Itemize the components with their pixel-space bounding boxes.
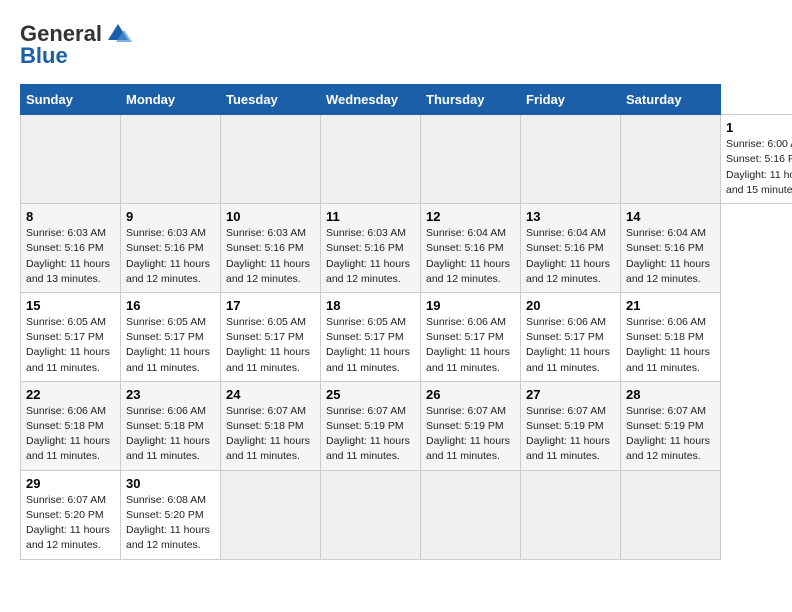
day-number: 30 [126,476,215,491]
day-info: Sunrise: 6:07 AMSunset: 5:20 PMDaylight:… [26,493,115,554]
day-info: Sunrise: 6:03 AMSunset: 5:16 PMDaylight:… [126,226,215,287]
day-info: Sunrise: 6:03 AMSunset: 5:16 PMDaylight:… [226,226,315,287]
calendar-cell: 1 Sunrise: 6:00 AMSunset: 5:16 PMDaylight… [721,115,792,204]
calendar-cell [221,115,321,204]
day-number: 1 [726,120,792,135]
day-number: 16 [126,298,215,313]
calendar-cell: 16 Sunrise: 6:05 AMSunset: 5:17 PMDayligh… [121,292,221,381]
day-number: 21 [626,298,715,313]
calendar-cell: 15 Sunrise: 6:05 AMSunset: 5:17 PMDayligh… [21,292,121,381]
col-header-thursday: Thursday [421,85,521,115]
day-number: 17 [226,298,315,313]
day-info: Sunrise: 6:07 AMSunset: 5:19 PMDaylight:… [426,404,515,465]
day-info: Sunrise: 6:03 AMSunset: 5:16 PMDaylight:… [326,226,415,287]
calendar-cell [321,470,421,559]
calendar-table: SundayMondayTuesdayWednesdayThursdayFrid… [20,84,792,559]
day-number: 20 [526,298,615,313]
day-number: 11 [326,209,415,224]
calendar-cell: 22 Sunrise: 6:06 AMSunset: 5:18 PMDayligh… [21,381,121,470]
day-number: 27 [526,387,615,402]
day-info: Sunrise: 6:06 AMSunset: 5:18 PMDaylight:… [626,315,715,376]
calendar-cell: 25 Sunrise: 6:07 AMSunset: 5:19 PMDayligh… [321,381,421,470]
day-number: 15 [26,298,115,313]
day-number: 12 [426,209,515,224]
day-info: Sunrise: 6:05 AMSunset: 5:17 PMDaylight:… [326,315,415,376]
day-info: Sunrise: 6:05 AMSunset: 5:17 PMDaylight:… [26,315,115,376]
day-info: Sunrise: 6:07 AMSunset: 5:18 PMDaylight:… [226,404,315,465]
calendar-cell [521,115,621,204]
logo-icon [104,20,132,48]
day-info: Sunrise: 6:07 AMSunset: 5:19 PMDaylight:… [326,404,415,465]
calendar-cell [321,115,421,204]
calendar-cell: 17 Sunrise: 6:05 AMSunset: 5:17 PMDayligh… [221,292,321,381]
calendar-cell [221,470,321,559]
calendar-cell: 24 Sunrise: 6:07 AMSunset: 5:18 PMDayligh… [221,381,321,470]
day-info: Sunrise: 6:06 AMSunset: 5:17 PMDaylight:… [426,315,515,376]
col-header-friday: Friday [521,85,621,115]
calendar-cell [21,115,121,204]
day-number: 24 [226,387,315,402]
day-number: 29 [26,476,115,491]
day-info: Sunrise: 6:04 AMSunset: 5:16 PMDaylight:… [426,226,515,287]
day-number: 25 [326,387,415,402]
calendar-cell: 18 Sunrise: 6:05 AMSunset: 5:17 PMDayligh… [321,292,421,381]
day-info: Sunrise: 6:08 AMSunset: 5:20 PMDaylight:… [126,493,215,554]
day-info: Sunrise: 6:05 AMSunset: 5:17 PMDaylight:… [226,315,315,376]
calendar-cell: 11 Sunrise: 6:03 AMSunset: 5:16 PMDayligh… [321,204,421,293]
day-info: Sunrise: 6:04 AMSunset: 5:16 PMDaylight:… [526,226,615,287]
col-header-monday: Monday [121,85,221,115]
logo: General Blue [20,20,132,68]
calendar-cell [121,115,221,204]
calendar-cell: 10 Sunrise: 6:03 AMSunset: 5:16 PMDayligh… [221,204,321,293]
calendar-cell [521,470,621,559]
day-info: Sunrise: 6:06 AMSunset: 5:17 PMDaylight:… [526,315,615,376]
day-number: 18 [326,298,415,313]
day-number: 9 [126,209,215,224]
calendar-cell: 8 Sunrise: 6:03 AMSunset: 5:16 PMDaylight… [21,204,121,293]
calendar-cell [621,470,721,559]
calendar-cell [421,115,521,204]
col-header-wednesday: Wednesday [321,85,421,115]
page-header: General Blue [20,20,772,68]
calendar-cell: 28 Sunrise: 6:07 AMSunset: 5:19 PMDayligh… [621,381,721,470]
day-info: Sunrise: 6:06 AMSunset: 5:18 PMDaylight:… [126,404,215,465]
calendar-cell: 23 Sunrise: 6:06 AMSunset: 5:18 PMDayligh… [121,381,221,470]
col-header-tuesday: Tuesday [221,85,321,115]
day-number: 23 [126,387,215,402]
col-header-sunday: Sunday [21,85,121,115]
day-info: Sunrise: 6:04 AMSunset: 5:16 PMDaylight:… [626,226,715,287]
day-number: 14 [626,209,715,224]
day-info: Sunrise: 6:07 AMSunset: 5:19 PMDaylight:… [526,404,615,465]
calendar-cell: 29 Sunrise: 6:07 AMSunset: 5:20 PMDayligh… [21,470,121,559]
calendar-cell: 12 Sunrise: 6:04 AMSunset: 5:16 PMDayligh… [421,204,521,293]
calendar-cell: 9 Sunrise: 6:03 AMSunset: 5:16 PMDaylight… [121,204,221,293]
calendar-cell: 26 Sunrise: 6:07 AMSunset: 5:19 PMDayligh… [421,381,521,470]
calendar-cell: 14 Sunrise: 6:04 AMSunset: 5:16 PMDayligh… [621,204,721,293]
calendar-cell: 19 Sunrise: 6:06 AMSunset: 5:17 PMDayligh… [421,292,521,381]
day-number: 10 [226,209,315,224]
day-number: 26 [426,387,515,402]
day-info: Sunrise: 6:05 AMSunset: 5:17 PMDaylight:… [126,315,215,376]
day-info: Sunrise: 6:06 AMSunset: 5:18 PMDaylight:… [26,404,115,465]
day-number: 8 [26,209,115,224]
calendar-cell: 21 Sunrise: 6:06 AMSunset: 5:18 PMDayligh… [621,292,721,381]
calendar-cell [621,115,721,204]
col-header-saturday: Saturday [621,85,721,115]
day-number: 22 [26,387,115,402]
calendar-cell: 30 Sunrise: 6:08 AMSunset: 5:20 PMDayligh… [121,470,221,559]
calendar-cell: 27 Sunrise: 6:07 AMSunset: 5:19 PMDayligh… [521,381,621,470]
day-number: 28 [626,387,715,402]
calendar-cell: 13 Sunrise: 6:04 AMSunset: 5:16 PMDayligh… [521,204,621,293]
calendar-cell [421,470,521,559]
day-info: Sunrise: 6:00 AMSunset: 5:16 PMDaylight:… [726,137,792,198]
calendar-cell: 20 Sunrise: 6:06 AMSunset: 5:17 PMDayligh… [521,292,621,381]
day-number: 13 [526,209,615,224]
logo-blue: Blue [20,43,68,68]
day-info: Sunrise: 6:03 AMSunset: 5:16 PMDaylight:… [26,226,115,287]
day-number: 19 [426,298,515,313]
day-info: Sunrise: 6:07 AMSunset: 5:19 PMDaylight:… [626,404,715,465]
